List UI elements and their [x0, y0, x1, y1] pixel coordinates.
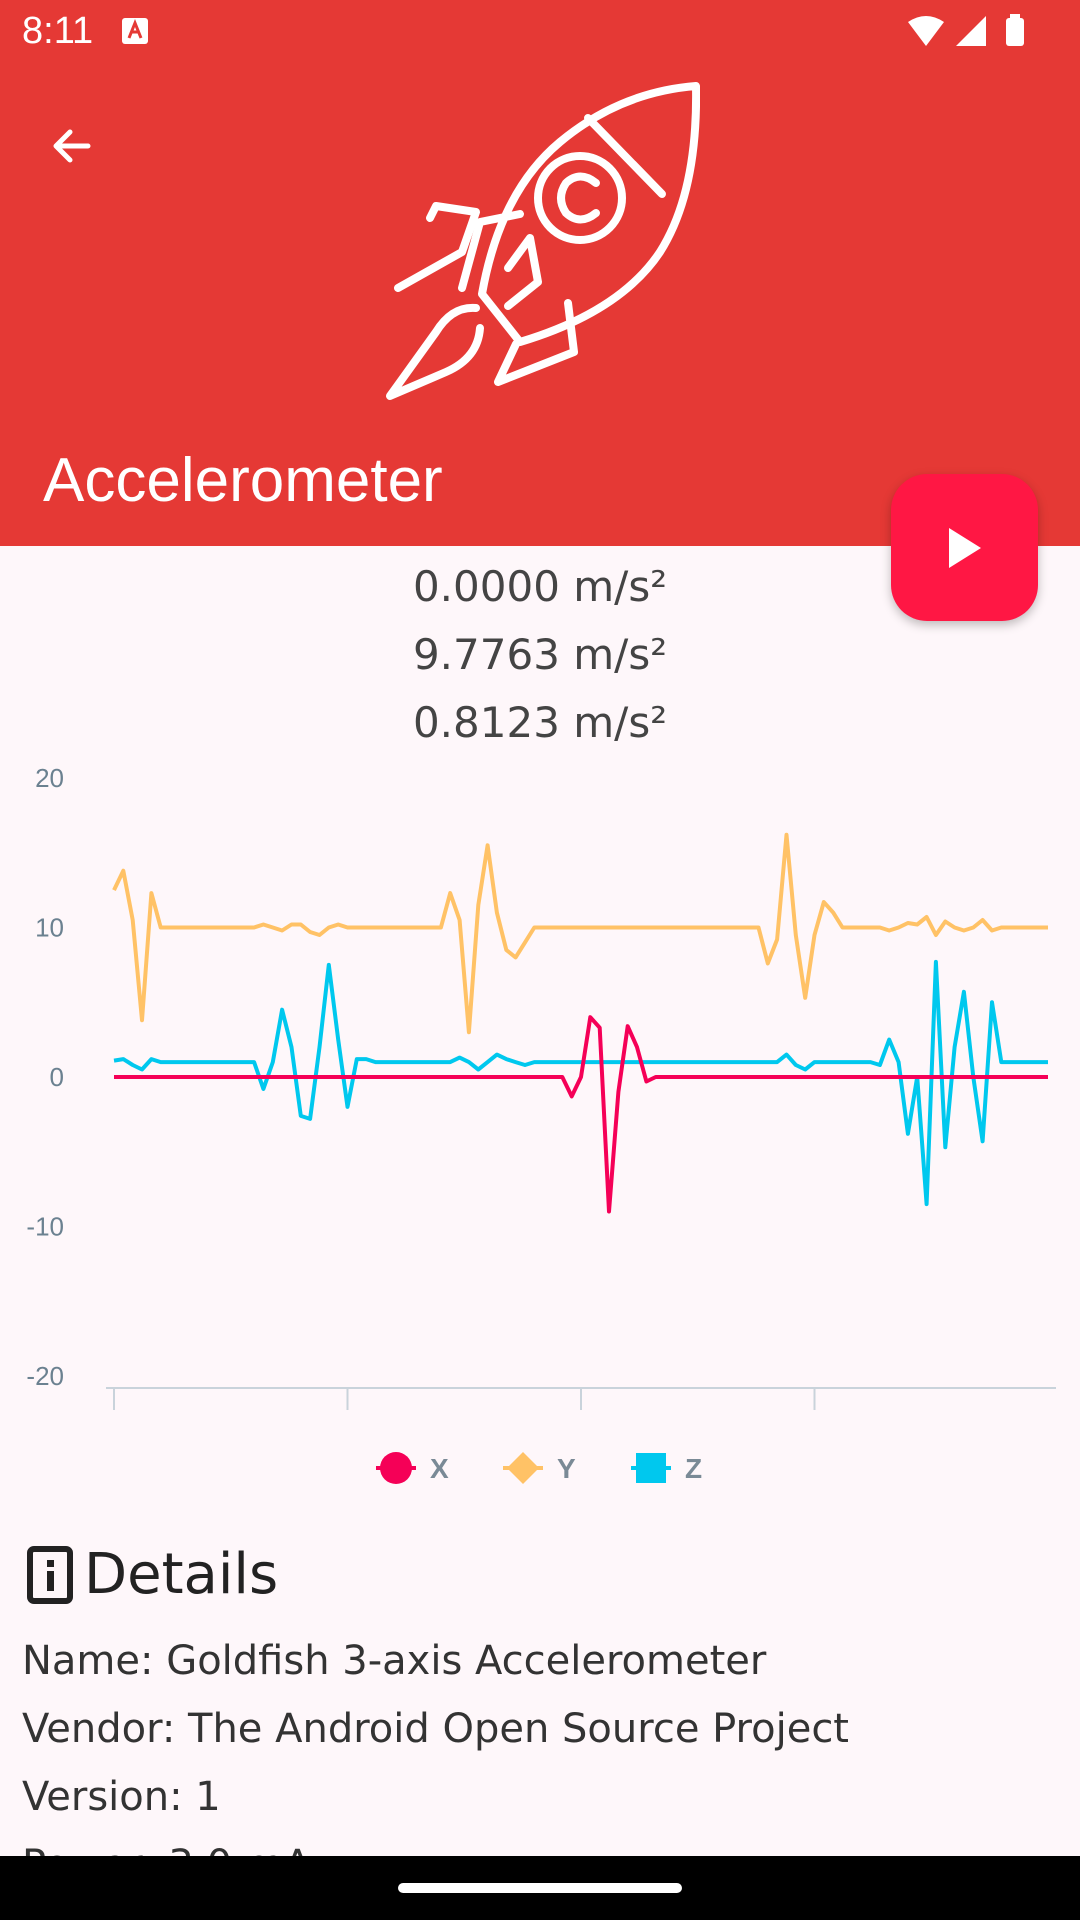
legend-marker-y	[507, 1452, 539, 1484]
app-bar: 8:11 Accelerometer	[0, 0, 1080, 546]
y-tick-label: 10	[35, 913, 64, 943]
rocket-icon	[386, 82, 700, 400]
reading-x: 0.0000 m/s²	[412, 562, 668, 611]
series-line-y	[112, 832, 1048, 1035]
legend-label-z[interactable]: Z	[685, 1453, 702, 1484]
back-button[interactable]	[36, 110, 108, 182]
detail-vendor: Vendor: The Android Open Source Project	[22, 1706, 849, 1752]
arrow-left-icon	[53, 129, 91, 163]
detail-version: Version: 1	[22, 1774, 221, 1820]
home-handle[interactable]	[398, 1883, 682, 1893]
y-tick-label: -10	[26, 1212, 64, 1242]
legend-label-x[interactable]: X	[430, 1453, 449, 1484]
info-icon	[27, 1545, 73, 1604]
status-icons	[908, 14, 1024, 46]
wifi-icon	[908, 16, 944, 46]
series-line-x	[114, 1015, 1048, 1214]
series-line-z	[113, 959, 1048, 1207]
signal-icon	[956, 16, 986, 46]
reading-y: 9.7763 m/s²	[412, 630, 668, 679]
accelerometer-chart: 20 10 0 -10 -20	[26, 763, 1056, 1410]
details-header: Details	[22, 1542, 278, 1607]
status-time: 8:11	[22, 10, 94, 52]
notification-a-icon	[122, 18, 148, 44]
y-tick-label: 0	[50, 1062, 64, 1092]
battery-icon	[1006, 18, 1024, 46]
page-title: Accelerometer	[43, 446, 443, 515]
legend-label-y[interactable]: Y	[557, 1453, 576, 1484]
status-bar: 8:11	[0, 0, 1080, 64]
y-tick-label: -20	[26, 1361, 64, 1391]
y-tick-label: 20	[35, 763, 64, 793]
detail-name: Name: Goldfish 3-axis Accelerometer	[22, 1638, 767, 1684]
details-title: Details	[84, 1542, 279, 1607]
legend-marker-x	[380, 1452, 412, 1484]
legend-marker-z	[636, 1453, 666, 1483]
chart-legend: X Y Z	[376, 1452, 702, 1484]
